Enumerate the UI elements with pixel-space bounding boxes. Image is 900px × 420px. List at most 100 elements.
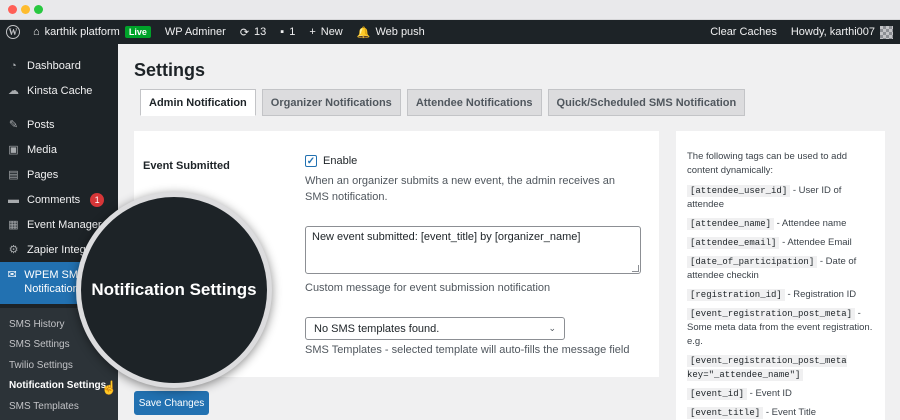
sidebar-item-comments[interactable]: ▬ Comments 1 [0,187,118,212]
comments-badge: 1 [90,192,105,207]
hand-pointer-icon: ☝ [101,380,118,395]
comment-icon: ▪ [280,26,285,38]
message-description: Custom message for event submission noti… [305,282,551,294]
sidebar-item-label: Pages [27,168,59,181]
tab-quick-scheduled-sms[interactable]: Quick/Scheduled SMS Notification [547,89,746,116]
my-account-menu[interactable]: Howdy, karthi007 [784,20,900,44]
sidebar-item-pages[interactable]: ▤ Pages [0,162,118,187]
tag-item: [attendee_user_id] - User ID of attendee [687,184,874,212]
media-icon: ▣ [8,144,19,156]
submenu-item-twilio-settings[interactable]: Twilio Settings [0,355,118,376]
comment-icon: ▬ [8,193,19,206]
sidebar-item-label: Kinsta Cache [27,84,93,97]
admin-bar: W ⌂ karthik platform Live WP Adminer ⟳ 1… [0,20,900,44]
wordpress-logo-icon: W [6,25,20,39]
sidebar-item-dashboard[interactable]: ◔ Dashboard [0,53,118,78]
site-name-menu[interactable]: ⌂ karthik platform Live [26,20,158,44]
sidebar-item-posts[interactable]: ✎ Posts [0,112,118,137]
tag-item: [attendee_name] - Attendee name [687,217,874,231]
web-push-label: Web push [375,26,425,38]
clear-caches-button[interactable]: Clear Caches [703,20,784,44]
tag-code: [attendee_user_id] [687,185,791,197]
page-icon: ▤ [8,169,19,181]
pin-icon: ✎ [8,119,19,131]
tag-item: [attendee_email] - Attendee Email [687,236,874,250]
sidebar-item-label: Zapier Integr [27,243,90,256]
tag-code: [registration_id] [687,289,785,301]
message-text: New event submitted: [event_title] by [o… [312,231,581,243]
tag-item: [registration_id] - Registration ID [687,288,874,302]
wordpress-logo-menu[interactable]: W [0,20,26,44]
comments-menu[interactable]: ▪ 1 [273,20,302,44]
dashboard-icon: ◔ [10,59,17,72]
tag-code: [event_title] [687,407,764,419]
sidebar-item-media[interactable]: ▣ Media [0,137,118,162]
cloud-icon: ☁ [8,85,19,97]
tag-item: [event_registration_post_meta key="_atte… [687,354,874,382]
magnifier-label: Notification Settings [91,280,257,299]
tag-desc: - Event Title [765,407,817,418]
message-textarea[interactable]: New event submitted: [event_title] by [o… [305,226,641,274]
template-description: SMS Templates - selected template will a… [305,344,630,356]
calendar-icon: ▦ [8,219,19,231]
browser-chrome [0,0,900,20]
web-push-menu[interactable]: 🔔 Web push [350,20,432,44]
refresh-icon: ⟳ [239,26,250,39]
page-title: Settings [134,60,206,80]
magnifier-callout: Notification Settings [76,192,272,388]
site-name: karthik platform [44,26,120,38]
tag-item: [event_id] - Event ID [687,387,874,401]
resize-handle-icon[interactable] [632,265,639,272]
email-icon: ✉ [7,269,17,281]
tag-desc: - Event ID [749,388,792,399]
new-label: New [320,26,343,38]
enable-label: Enable [323,155,358,167]
avatar [880,25,893,39]
tag-code: [date_of_participation] [687,256,818,268]
save-changes-button[interactable]: Save Changes [134,391,209,415]
tag-desc: - Attendee name [776,218,847,229]
close-window-dot[interactable] [8,5,17,14]
minimize-window-dot[interactable] [21,5,30,14]
updates-menu[interactable]: ⟳ 13 [233,20,273,44]
settings-tabs: Admin Notification Organizer Notificatio… [140,89,746,116]
updates-count: 13 [254,26,267,38]
tag-item: [event_title] - Event Title [687,406,874,420]
new-content-menu[interactable]: + New [302,20,349,44]
gear-icon: ⚙ [8,244,19,256]
enable-row: ✓ Enable [305,155,357,167]
tab-admin-notification[interactable]: Admin Notification [140,89,256,116]
home-icon: ⌂ [33,26,40,38]
tag-desc: - Registration ID [787,289,857,300]
tags-help-panel: The following tags can be used to add co… [676,131,885,420]
sidebar-item-label: Posts [27,118,55,131]
tags-intro: The following tags can be used to add co… [687,151,848,176]
sidebar-item-label: Dashboard [27,59,81,72]
plus-icon: + [309,26,316,38]
wp-adminer-link[interactable]: WP Adminer [158,20,233,44]
bell-icon: 🔔 [356,26,371,39]
sidebar-item-kinsta-cache[interactable]: ☁ Kinsta Cache [0,78,118,103]
tag-code: [event_id] [687,388,748,400]
sidebar-item-label: Comments [27,193,81,206]
tab-organizer-notifications[interactable]: Organizer Notifications [261,89,401,116]
submenu-item-sms-templates[interactable]: SMS Templates [0,396,118,417]
enable-description: When an organizer submits a new event, t… [305,175,615,203]
sidebar-item-label: Event Manager [27,218,102,231]
sidebar-item-label: Media [27,143,57,156]
tag-item: [event_registration_post_meta] - Some me… [687,307,874,349]
maximize-window-dot[interactable] [34,5,43,14]
tag-code: [event_registration_post_meta] [687,308,856,320]
tag-code: [attendee_name] [687,218,775,230]
event-submitted-label: Event Submitted [143,160,230,172]
tag-desc: - Attendee Email [782,237,852,248]
live-badge: Live [124,26,151,38]
comments-count: 1 [289,26,296,38]
enable-checkbox[interactable]: ✓ [305,155,317,167]
menu-separator [0,103,118,112]
tab-attendee-notifications[interactable]: Attendee Notifications [406,89,542,116]
tag-code: [event_registration_post_meta key="_atte… [687,355,847,381]
sms-template-select[interactable]: No SMS templates found. ⌄ [305,317,565,340]
chevron-down-icon: ⌄ [548,323,556,333]
tag-code: [attendee_email] [687,237,780,249]
